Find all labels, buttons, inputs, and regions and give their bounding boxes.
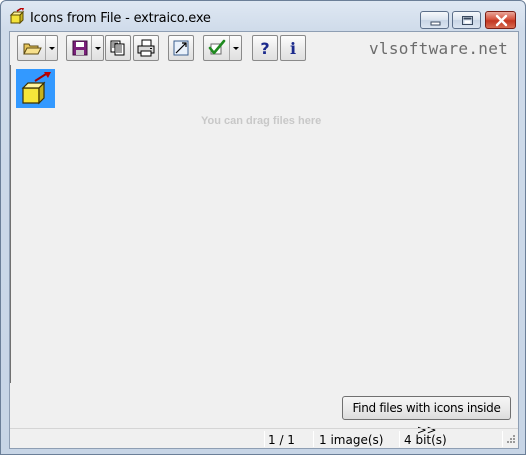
about-button[interactable]: i: [280, 35, 306, 61]
window-title: Icons from File - extraico.exe: [30, 11, 211, 26]
icon-panel[interactable]: You can drag files here: [10, 65, 518, 383]
print-button[interactable]: [133, 35, 159, 61]
status-bit-depth: 4 bit(s): [404, 433, 447, 447]
open-button[interactable]: [17, 35, 58, 61]
title-bar[interactable]: Icons from File - extraico.exe: [1, 1, 525, 31]
status-bar: 1 / 1 1 image(s) 4 bit(s): [10, 428, 518, 448]
floppy-disk-icon: [72, 40, 88, 56]
checkmark-icon: [208, 39, 226, 55]
select-button[interactable]: [203, 35, 242, 61]
minimize-icon: [430, 21, 441, 26]
save-dropdown-arrow[interactable]: [91, 36, 103, 60]
save-button[interactable]: [66, 35, 104, 61]
copy-icon: [110, 40, 125, 56]
resize-button[interactable]: [168, 35, 194, 61]
info-icon: i: [290, 39, 296, 58]
close-button[interactable]: [485, 11, 516, 29]
close-icon: [495, 14, 508, 27]
status-page: 1 / 1: [268, 433, 295, 447]
copy-button[interactable]: [105, 35, 131, 61]
select-dropdown-arrow[interactable]: [229, 36, 241, 60]
maximize-button[interactable]: [452, 11, 481, 29]
status-image-count: 1 image(s): [319, 433, 384, 447]
open-dropdown-arrow[interactable]: [45, 36, 57, 60]
maximize-icon: [462, 16, 473, 25]
drag-hint: You can drag files here: [201, 115, 322, 127]
app-window: Icons from File - extraico.exe ? i vlsof…: [0, 0, 526, 455]
status-separator: [502, 431, 503, 447]
svg-text:i: i: [290, 39, 296, 58]
question-mark-icon: ?: [260, 39, 269, 58]
toolbar: ? i vlsoftware.net: [10, 32, 518, 64]
icon-thumbnail[interactable]: [16, 69, 55, 108]
client-area: ? i vlsoftware.net You can drag files he…: [9, 31, 519, 449]
status-separator: [264, 431, 265, 447]
brand-label: vlsoftware.net: [369, 39, 509, 58]
help-button[interactable]: ?: [252, 35, 278, 61]
resize-grip-icon[interactable]: [504, 434, 516, 446]
resize-image-icon: [173, 40, 189, 56]
extraico-app-icon: [21, 72, 51, 105]
status-separator: [399, 431, 400, 447]
printer-icon: [137, 39, 155, 57]
status-separator: [313, 431, 314, 447]
minimize-button[interactable]: [420, 11, 449, 29]
folder-open-icon: [23, 43, 42, 55]
svg-text:?: ?: [260, 39, 269, 58]
find-files-button[interactable]: Find files with icons inside >>: [342, 396, 511, 437]
app-icon: [9, 8, 25, 24]
